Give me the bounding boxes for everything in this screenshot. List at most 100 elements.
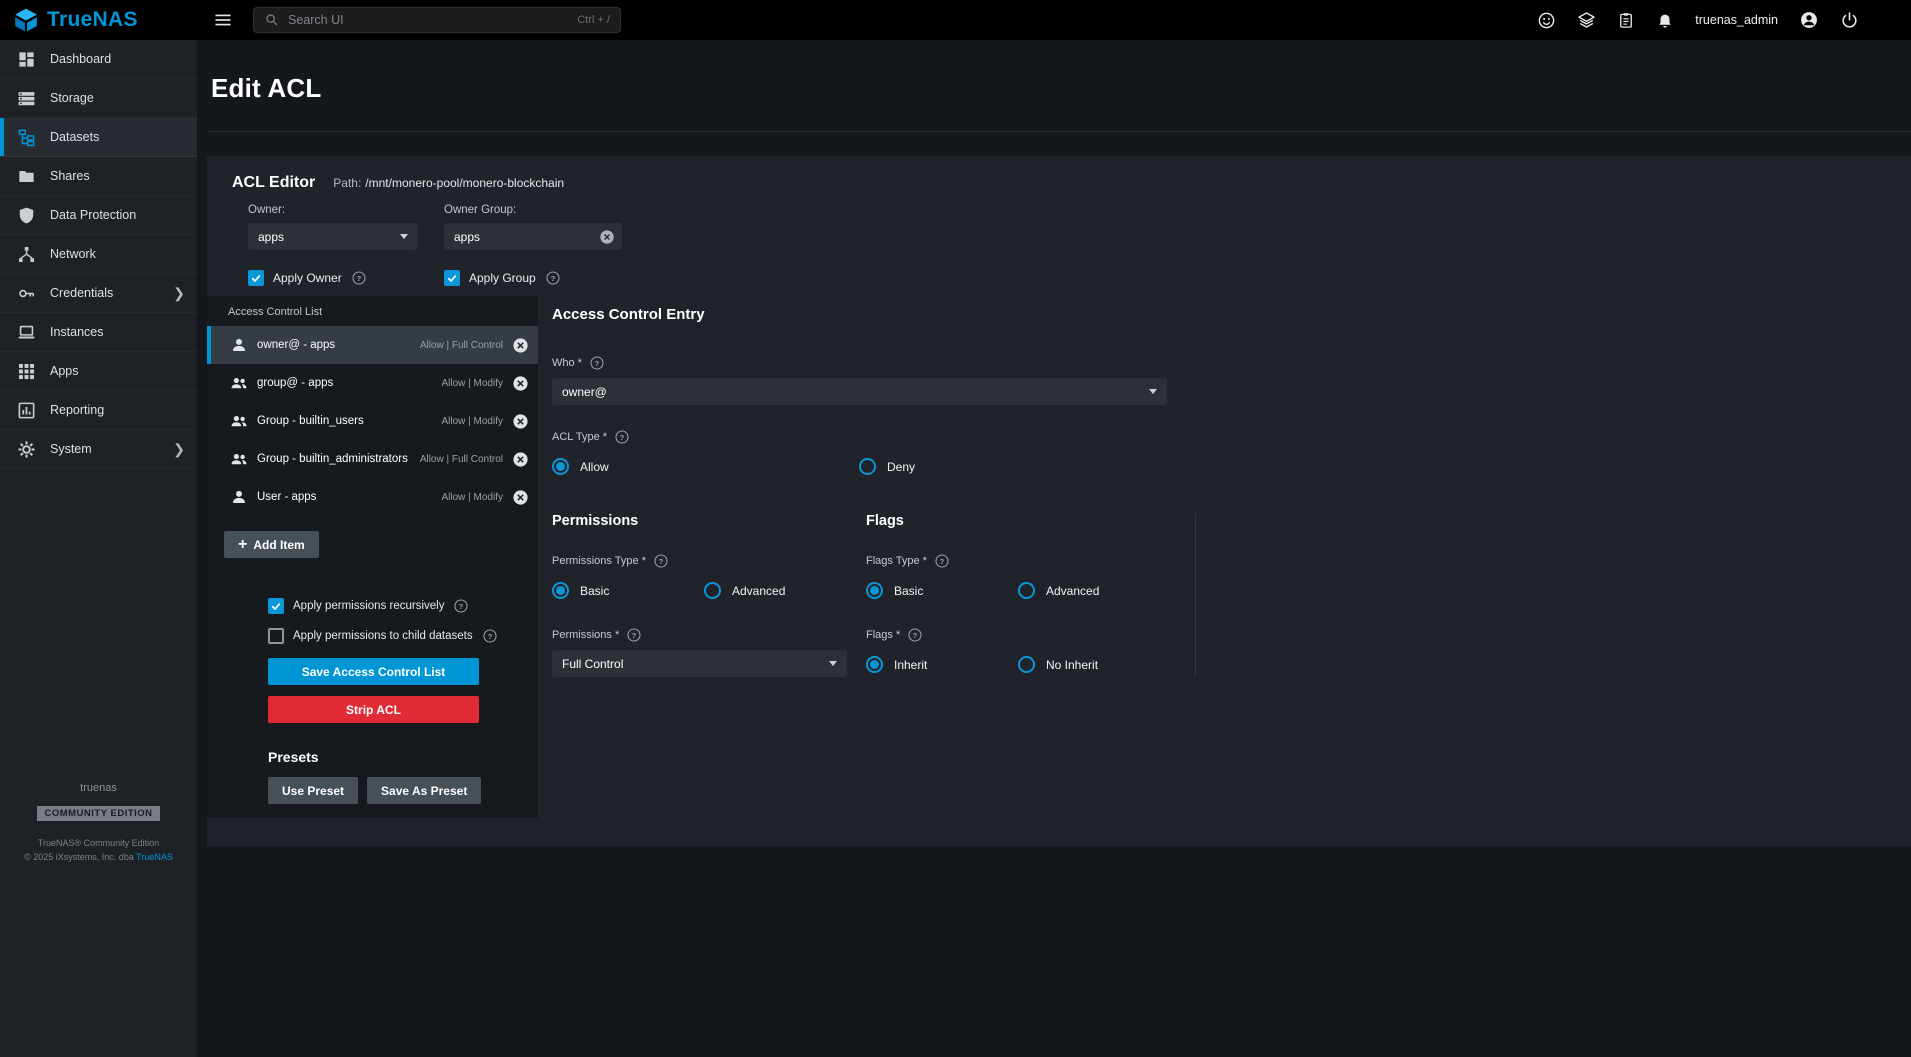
search-input[interactable]: [288, 13, 569, 27]
checkbox-checked-icon[interactable]: [444, 270, 460, 286]
sidebar-item-data-protection[interactable]: Data Protection: [0, 196, 197, 235]
gear-icon: [17, 440, 36, 459]
owner-group-input[interactable]: [444, 223, 622, 250]
svg-text:?: ?: [632, 631, 637, 640]
acl-editor-head: ACL Editor Path:/mnt/monero-pool/monero-…: [207, 156, 1911, 286]
acl-entry-row[interactable]: owner@ - apps Allow | Full Control: [207, 326, 538, 364]
acl-type-allow-radio[interactable]: Allow: [552, 458, 859, 475]
permissions-type-advanced-radio[interactable]: Advanced: [704, 582, 785, 599]
use-preset-button[interactable]: Use Preset: [268, 777, 358, 804]
sidebar-item-apps[interactable]: Apps: [0, 352, 197, 391]
acl-entry-row[interactable]: User - apps Allow | Modify: [207, 478, 538, 516]
layers-icon[interactable]: [1577, 11, 1596, 30]
jobs-clipboard-icon[interactable]: [1617, 11, 1635, 29]
allow-label: Allow: [580, 460, 609, 474]
help-icon[interactable]: ?: [589, 355, 605, 371]
add-item-label: Add Item: [253, 538, 304, 552]
brand[interactable]: TrueNAS: [0, 7, 197, 33]
checkbox-checked-icon[interactable]: [248, 270, 264, 286]
account-circle-icon[interactable]: [1799, 10, 1819, 30]
help-icon[interactable]: ?: [626, 627, 642, 643]
owner-group-field: Owner Group:: [444, 204, 622, 250]
clear-input-icon[interactable]: [599, 229, 615, 245]
sidebar-item-network[interactable]: Network: [0, 235, 197, 274]
search-box[interactable]: Ctrl + /: [253, 7, 621, 33]
deny-label: Deny: [887, 460, 915, 474]
notifications-bell-icon[interactable]: [1656, 11, 1674, 29]
remove-entry-icon[interactable]: [512, 337, 529, 354]
help-icon[interactable]: ?: [482, 628, 498, 644]
strip-acl-button[interactable]: Strip ACL: [268, 696, 479, 723]
chevron-right-icon: ❯: [173, 442, 185, 456]
advanced-label: Advanced: [1046, 584, 1099, 598]
feedback-smiley-icon[interactable]: [1537, 11, 1556, 30]
acl-entry-row[interactable]: group@ - apps Allow | Modify: [207, 364, 538, 402]
acl-type-deny-radio[interactable]: Deny: [859, 458, 915, 475]
radio-selected-icon[interactable]: [866, 656, 883, 673]
people-icon: [230, 412, 248, 430]
sidebar: Dashboard Storage Datasets Shares Data P…: [0, 40, 197, 1057]
radio-selected-icon[interactable]: [552, 458, 569, 475]
dropdown-caret-icon: [400, 234, 408, 239]
sidebar-item-label: System: [50, 442, 92, 456]
dataset-path: Path:/mnt/monero-pool/monero-blockchain: [333, 174, 564, 192]
power-icon[interactable]: [1840, 11, 1859, 30]
flags-type-basic-radio[interactable]: Basic: [866, 582, 1018, 599]
save-as-preset-button[interactable]: Save As Preset: [367, 777, 481, 804]
advanced-label: Advanced: [732, 584, 785, 598]
radio-unselected-icon[interactable]: [1018, 656, 1035, 673]
apply-group-checkbox[interactable]: Apply Group ?: [444, 270, 640, 286]
dropdown-caret-icon: [829, 661, 837, 666]
remove-entry-icon[interactable]: [512, 375, 529, 392]
sidebar-item-datasets[interactable]: Datasets: [0, 118, 197, 157]
save-access-control-list-button[interactable]: Save Access Control List: [268, 658, 479, 685]
sidebar-item-system[interactable]: System ❯: [0, 430, 197, 469]
radio-selected-icon[interactable]: [866, 582, 883, 599]
help-icon[interactable]: ?: [351, 270, 367, 286]
add-item-button[interactable]: + Add Item: [224, 531, 319, 558]
permissions-select[interactable]: Full Control: [552, 650, 847, 677]
radio-unselected-icon[interactable]: [704, 582, 721, 599]
who-select-value: owner@: [562, 385, 607, 399]
flags-type-advanced-radio[interactable]: Advanced: [1018, 582, 1099, 599]
footer-truenas-link[interactable]: TrueNAS: [136, 852, 173, 862]
sidebar-item-credentials[interactable]: Credentials ❯: [0, 274, 197, 313]
sidebar-item-instances[interactable]: Instances: [0, 313, 197, 352]
remove-entry-icon[interactable]: [512, 413, 529, 430]
sidebar-item-shares[interactable]: Shares: [0, 157, 197, 196]
help-icon[interactable]: ?: [453, 598, 469, 614]
apply-recursively-checkbox[interactable]: Apply permissions recursively ?: [268, 598, 538, 614]
help-icon[interactable]: ?: [907, 627, 923, 643]
remove-entry-icon[interactable]: [512, 489, 529, 506]
help-icon[interactable]: ?: [545, 270, 561, 286]
sidebar-item-reporting[interactable]: Reporting: [0, 391, 197, 430]
help-icon[interactable]: ?: [934, 553, 950, 569]
who-select[interactable]: owner@: [552, 378, 1167, 405]
remove-entry-icon[interactable]: [512, 451, 529, 468]
sidebar-item-storage[interactable]: Storage: [0, 79, 197, 118]
radio-unselected-icon[interactable]: [1018, 582, 1035, 599]
apply-to-child-datasets-checkbox[interactable]: Apply permissions to child datasets ?: [268, 628, 538, 644]
sidebar-item-dashboard[interactable]: Dashboard: [0, 40, 197, 79]
permissions-type-basic-radio[interactable]: Basic: [552, 582, 704, 599]
flags-inherit-radio[interactable]: Inherit: [866, 656, 1018, 673]
apply-owner-checkbox[interactable]: Apply Owner ?: [248, 270, 444, 286]
help-icon[interactable]: ?: [653, 553, 669, 569]
sidebar-item-label: Instances: [50, 325, 104, 339]
acl-entry-permissions: Allow | Full Control: [420, 454, 503, 465]
presets-title: Presets: [268, 749, 538, 765]
save-as-preset-label: Save As Preset: [381, 784, 467, 798]
flags-no-inherit-radio[interactable]: No Inherit: [1018, 656, 1098, 673]
checkbox-unchecked-icon[interactable]: [268, 628, 284, 644]
radio-selected-icon[interactable]: [552, 582, 569, 599]
checkbox-checked-icon[interactable]: [268, 598, 284, 614]
help-icon[interactable]: ?: [614, 429, 630, 445]
radio-unselected-icon[interactable]: [859, 458, 876, 475]
owner-select[interactable]: apps: [248, 223, 418, 250]
sidebar-footer: truenas COMMUNITY EDITION TrueNAS® Commu…: [0, 782, 197, 865]
menu-icon[interactable]: [213, 10, 233, 30]
edition-badge[interactable]: COMMUNITY EDITION: [37, 806, 159, 821]
plus-icon: +: [238, 537, 247, 553]
acl-entry-row[interactable]: Group - builtin_administrators Allow | F…: [207, 440, 538, 478]
acl-entry-row[interactable]: Group - builtin_users Allow | Modify: [207, 402, 538, 440]
